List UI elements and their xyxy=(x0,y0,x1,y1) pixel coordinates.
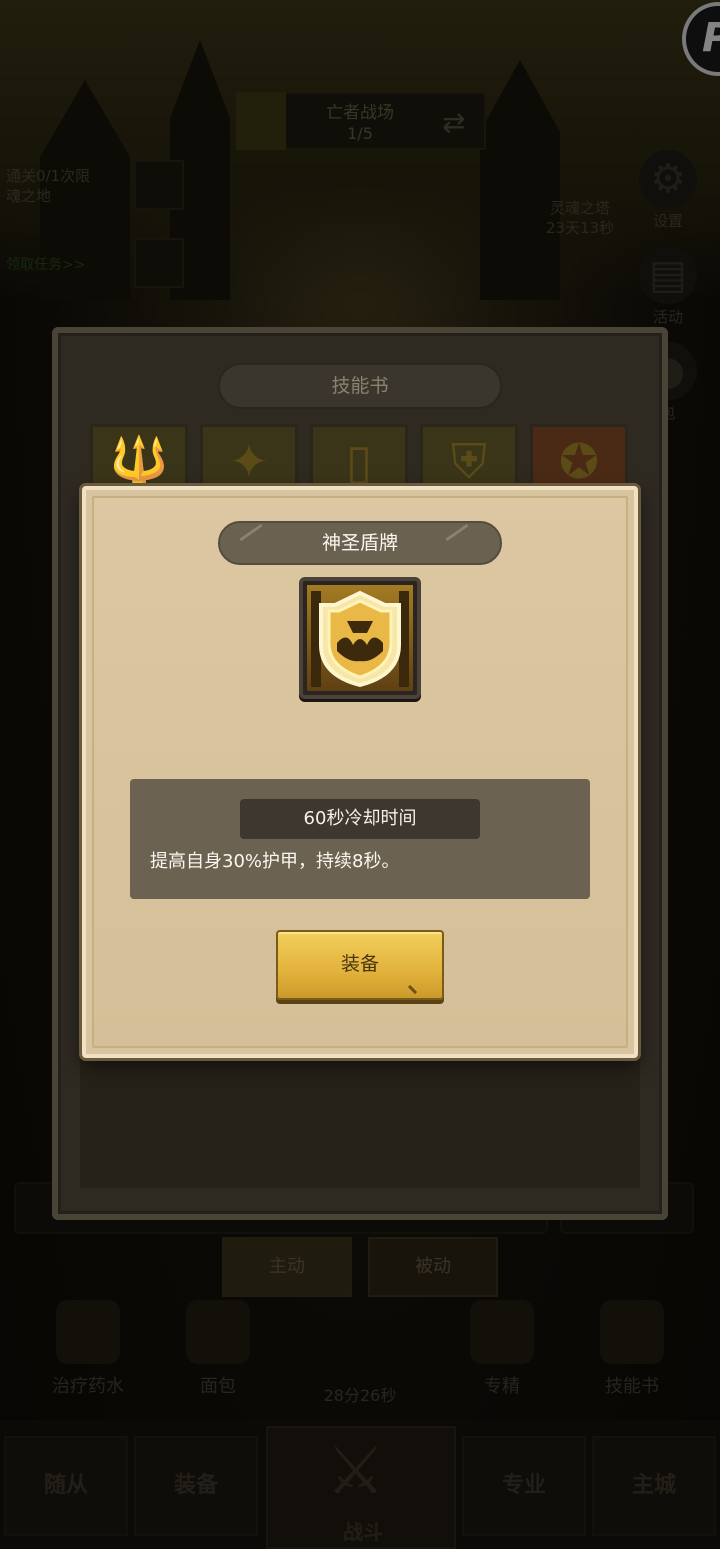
skill-description: 提高自身30%护甲，持续8秒。 xyxy=(150,851,400,872)
skill-name-pill: 神圣盾牌 xyxy=(218,521,502,565)
skill-book-list-area xyxy=(80,1058,640,1188)
skill-slot-winged-helm[interactable]: ✪ xyxy=(530,424,628,494)
decor-streak xyxy=(239,523,263,542)
skill-slot-trident[interactable]: 🔱 xyxy=(90,424,188,494)
holy-shield-icon xyxy=(299,577,421,699)
winged-helm-icon: ✪ xyxy=(558,434,600,490)
shatter-icon: ✦ xyxy=(228,434,270,490)
corner-notch xyxy=(407,979,423,995)
skill-book-title: 技能书 xyxy=(218,363,502,409)
shield-emblem-icon: ⛨ xyxy=(450,434,487,490)
skill-slot-door[interactable]: ▯ xyxy=(310,424,408,494)
skill-description-box xyxy=(130,779,590,899)
skill-slot-shatter[interactable]: ✦ xyxy=(200,424,298,494)
decor-streak xyxy=(445,523,469,542)
door-icon: ▯ xyxy=(345,434,373,490)
equip-button[interactable]: 装备 xyxy=(276,930,444,1000)
trident-icon: 🔱 xyxy=(109,434,169,490)
skill-slot-shield-emblem[interactable]: ⛨ xyxy=(420,424,518,494)
equip-button-label: 装备 xyxy=(340,953,379,975)
skill-name: 神圣盾牌 xyxy=(321,532,398,554)
cooldown-label: 60秒冷却时间 xyxy=(240,799,480,839)
